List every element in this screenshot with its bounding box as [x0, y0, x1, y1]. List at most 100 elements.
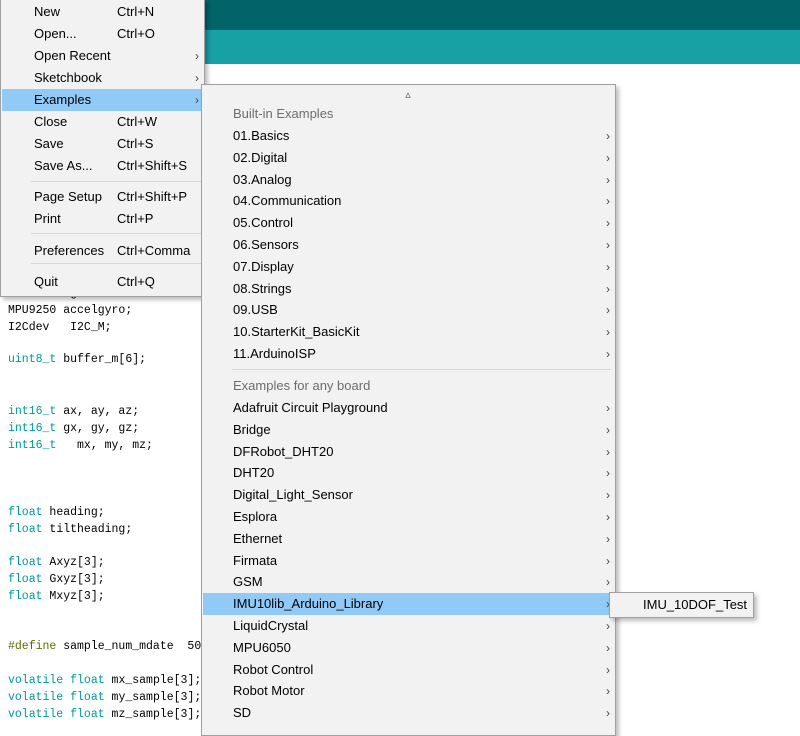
scroll-up-icon[interactable]: ▵: [402, 88, 414, 101]
code-token: volatile: [8, 674, 64, 687]
example-item[interactable]: 09.USB ›: [203, 299, 614, 321]
example-label: Robot Control: [233, 661, 314, 677]
code-token: gx, gy, gz;: [56, 422, 140, 435]
example-label: 09.USB: [233, 302, 278, 318]
code-token: volatile: [8, 708, 64, 721]
example-label: 04.Communication: [233, 193, 342, 209]
code-line: I2Cdev I2C_M;: [8, 321, 112, 338]
example-item[interactable]: 01.Basics ›: [203, 125, 614, 147]
code-line: float heading;: [8, 506, 105, 523]
example-item[interactable]: 10.StarterKit_BasicKit ›: [203, 321, 614, 343]
example-item[interactable]: 08.Strings ›: [203, 278, 614, 300]
chevron-right-icon: ›: [195, 93, 199, 107]
example-label: 08.Strings: [233, 280, 292, 296]
code-token: float: [8, 506, 43, 519]
example-item[interactable]: 05.Control ›: [203, 212, 614, 234]
menu-item-preferences[interactable]: Preferences Ctrl+Comma: [2, 240, 203, 262]
code-line: int16_t gx, gy, gz;: [8, 422, 139, 439]
example-item[interactable]: 02.Digital ›: [203, 147, 614, 169]
example-label: DFRobot_DHT20: [233, 443, 334, 459]
submenu-item[interactable]: IMU_10DOF_Test: [611, 594, 752, 616]
code-token: my_sample[3];: [104, 691, 202, 704]
menu-item-open[interactable]: Open... Ctrl+O: [2, 23, 203, 45]
code-token: sample_num_mdate 50: [56, 640, 202, 653]
menu-item-quit[interactable]: Quit Ctrl+Q: [2, 271, 203, 293]
menu-item-page-setup[interactable]: Page Setup Ctrl+Shift+P: [2, 186, 203, 208]
menu-separator: [31, 233, 202, 234]
example-item[interactable]: Adafruit Circuit Playground ›: [203, 397, 614, 419]
shortcut-label: Ctrl+Q: [117, 274, 155, 289]
menu-item-examples[interactable]: Examples ›: [2, 89, 203, 111]
example-item[interactable]: Ethernet ›: [203, 528, 614, 550]
code-token: float: [8, 556, 43, 569]
code-token: int16_t: [8, 405, 57, 418]
example-item[interactable]: Firmata ›: [203, 550, 614, 572]
chevron-right-icon: ›: [606, 510, 610, 524]
example-label: Ethernet: [233, 530, 283, 546]
code-token: mz_sample[3];: [104, 708, 202, 721]
example-item[interactable]: 04.Communication ›: [203, 190, 614, 212]
chevron-right-icon: ›: [606, 422, 610, 437]
example-label: 10.StarterKit_BasicKit: [233, 324, 360, 340]
code-line: float tiltheading;: [8, 523, 132, 540]
chevron-right-icon: ›: [606, 347, 610, 361]
example-item[interactable]: Digital_Light_Sensor ›: [203, 484, 614, 506]
menu-item-close[interactable]: Close Ctrl+W: [2, 111, 203, 133]
menu-item-label: Open Recent: [34, 48, 111, 63]
menu-item-open-recent[interactable]: Open Recent ›: [2, 45, 203, 67]
example-label: 07.Display: [233, 258, 294, 274]
code-token: heading;: [42, 506, 105, 519]
shortcut-label: Ctrl+N: [117, 4, 155, 19]
chevron-right-icon: ›: [606, 553, 610, 568]
code-token: float: [70, 691, 105, 704]
code-token: I2Cdev I2C_M;: [8, 321, 112, 334]
example-label: Robot Motor: [233, 683, 305, 699]
example-item[interactable]: DHT20 ›: [203, 462, 614, 484]
code-token: #define: [8, 640, 57, 653]
example-item[interactable]: 06.Sensors ›: [203, 234, 614, 256]
menu-item-save[interactable]: Save Ctrl+S: [2, 133, 203, 155]
code-token: tiltheading;: [42, 523, 133, 536]
code-line: float Mxyz[3];: [8, 590, 105, 607]
menu-item-print[interactable]: Print Ctrl+P: [2, 208, 203, 230]
example-label: 11.ArduinoISP: [233, 346, 316, 361]
example-item[interactable]: MPU6050 ›: [203, 637, 614, 659]
menu-item-label: New: [34, 4, 61, 19]
code-token: MPU9250 accelgyro;: [8, 304, 133, 317]
menu-item-label: Save As...: [34, 158, 93, 173]
menu-item-save-as[interactable]: Save As... Ctrl+Shift+S: [2, 155, 203, 177]
chevron-right-icon: ›: [606, 325, 610, 340]
example-item[interactable]: 11.ArduinoISP ›: [203, 343, 614, 365]
menu-item-label: Sketchbook: [34, 70, 102, 85]
shortcut-label: Ctrl+P: [117, 211, 154, 226]
example-item[interactable]: Robot Control ›: [203, 659, 614, 681]
example-item[interactable]: LiquidCrystal ›: [203, 615, 614, 637]
example-label: MPU6050: [233, 639, 291, 655]
example-item[interactable]: Robot Motor ›: [203, 680, 614, 702]
example-item[interactable]: Bridge ›: [203, 419, 614, 441]
example-item[interactable]: Esplora ›: [203, 506, 614, 528]
code-token: mx, my, mz;: [56, 439, 153, 452]
example-item[interactable]: SD ›: [203, 702, 614, 724]
code-token: mx_sample[3];: [104, 674, 202, 687]
example-label: SD: [233, 705, 252, 721]
chevron-right-icon: ›: [606, 172, 610, 187]
example-item[interactable]: 07.Display ›: [203, 256, 614, 278]
example-item[interactable]: DFRobot_DHT20 ›: [203, 441, 614, 463]
code-token: Gxyz[3];: [42, 573, 105, 586]
menu-item-sketchbook[interactable]: Sketchbook ›: [2, 67, 203, 89]
shortcut-label: Ctrl+O: [117, 26, 155, 41]
shortcut-label: Ctrl+S: [117, 136, 154, 151]
menu-item-label: Preferences: [34, 243, 105, 258]
chevron-right-icon: ›: [606, 401, 610, 415]
chevron-right-icon: ›: [606, 129, 610, 143]
example-label: IMU10lib_Arduino_Library: [233, 596, 384, 612]
menu-item-new[interactable]: New Ctrl+N: [2, 1, 203, 23]
menu-item-label: Close: [34, 114, 68, 129]
example-label: Esplora: [233, 509, 278, 524]
example-item[interactable]: GSM ›: [203, 571, 614, 593]
code-token: ax, ay, az;: [56, 405, 140, 418]
chevron-right-icon: ›: [606, 303, 610, 318]
example-item[interactable]: IMU10lib_Arduino_Library ›: [203, 593, 614, 616]
example-item[interactable]: 03.Analog ›: [203, 169, 614, 191]
